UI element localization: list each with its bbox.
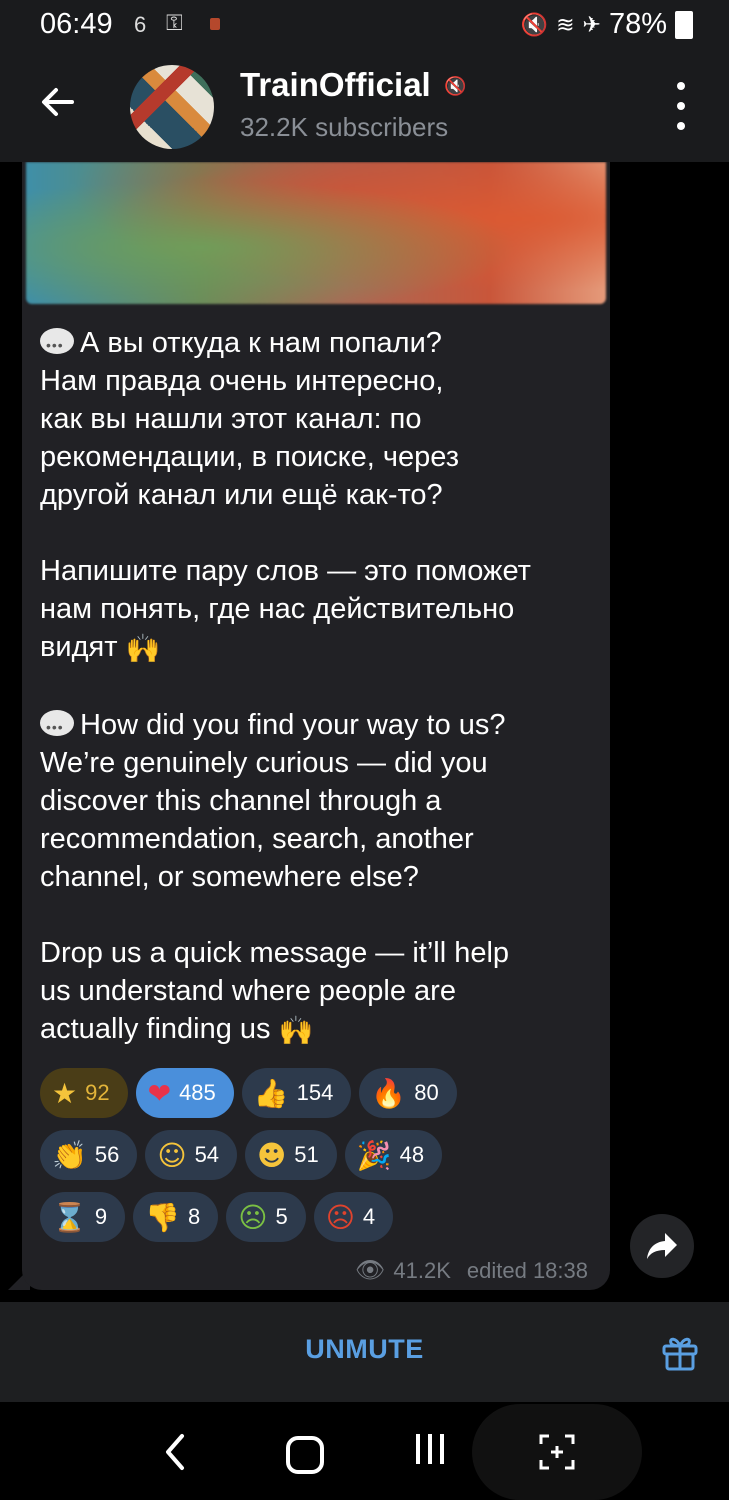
battery-icon (675, 10, 693, 39)
airplane-icon: ✈ (582, 11, 601, 37)
reaction-hourglass[interactable]: ⌛ 9 (40, 1192, 126, 1242)
reaction-cursing[interactable]: ☹ 4 (313, 1192, 394, 1242)
reaction-count: 54 (194, 1142, 220, 1167)
reaction-nauseated[interactable]: ☹ 5 (226, 1192, 306, 1242)
clap-icon: 👏 (52, 1138, 87, 1172)
reaction-count: 92 (85, 1080, 110, 1105)
status-time: 06:49 (40, 8, 113, 40)
speech-bubble-icon (40, 326, 74, 364)
wifi-icon: ≋ (556, 11, 575, 37)
message-ru-paragraph-2: Напишите пару слов — это поможет нам пон… (40, 555, 531, 663)
reaction-fire[interactable]: 🔥 80 (359, 1068, 457, 1118)
thumbs-up-icon: 👍 (253, 1076, 289, 1110)
status-bar: 06:49 6 ⚿ 🔇 ≋ ✈ 78% (0, 0, 729, 52)
gift-icon[interactable] (660, 1332, 700, 1372)
reaction-count: 485 (179, 1080, 216, 1105)
chat-area[interactable]: А вы откуда к нам попали? Нам правда оче… (0, 162, 729, 1302)
message-en-paragraph-1: How did you find your way to us? We’re g… (40, 709, 506, 893)
reaction-count: 4 (362, 1204, 376, 1229)
reaction-row: ★ 92 ❤ 485 👍 154 🔥 80 (40, 1068, 600, 1118)
chat-header: TrainOfficial 🔇 32.2K subscribers (0, 52, 729, 162)
smiling-hearts-icon: ☺ (157, 1138, 187, 1172)
thumbs-down-icon: 👎 (145, 1200, 180, 1234)
party-popper-icon: 🎉 (356, 1138, 392, 1172)
reaction-count: 154 (296, 1080, 334, 1105)
back-arrow-icon[interactable] (36, 80, 80, 124)
key-icon: ⚿ (166, 10, 183, 35)
scan-icon (539, 1434, 575, 1470)
subscriber-count: 32.2K subscribers (240, 112, 449, 142)
view-count: 41.2K (393, 1257, 451, 1283)
reactions-panel: ★ 92 ❤ 485 👍 154 🔥 80 👏 56 ☺ 54 ☻ 51 🎉 4… (40, 1068, 600, 1254)
speech-bubble-icon (40, 708, 74, 746)
channel-avatar[interactable] (130, 65, 214, 149)
battery-percent: 78% (608, 8, 667, 40)
reaction-row: ⌛ 9 👎 8 ☹ 5 ☹ 4 (40, 1192, 600, 1242)
more-menu-icon[interactable] (669, 82, 693, 130)
message-media-image[interactable] (26, 162, 606, 304)
eye-icon: 👁 (354, 1257, 386, 1284)
channel-title[interactable]: TrainOfficial (240, 66, 431, 104)
hourglass-icon: ⌛ (52, 1200, 87, 1234)
muted-icon: 🔇 (444, 76, 467, 96)
reaction-count: 8 (188, 1204, 201, 1229)
message-text: А вы откуда к нам попали? Нам правда оче… (40, 324, 600, 1050)
reaction-party-popper[interactable]: 🎉 48 (344, 1130, 443, 1180)
reaction-count: 80 (414, 1080, 439, 1105)
reaction-star[interactable]: ★ 92 (40, 1068, 128, 1118)
mute-icon: 🔇 (520, 11, 549, 37)
system-nav-bar (0, 1402, 729, 1500)
heart-icon: ❤ (147, 1076, 172, 1110)
reaction-row: 👏 56 ☺ 54 ☻ 51 🎉 48 (40, 1130, 600, 1180)
star-struck-icon: ☻ (257, 1138, 287, 1172)
message-en-paragraph-2: Drop us a quick message — it’ll help us … (40, 937, 510, 1045)
message-ru-paragraph-1: А вы откуда к нам попали? Нам правда оче… (40, 327, 460, 511)
share-arrow-icon (647, 1233, 677, 1259)
reaction-count: 5 (275, 1204, 288, 1229)
message-bubble[interactable]: А вы откуда к нам попали? Нам правда оче… (22, 162, 610, 1290)
reaction-star-struck[interactable]: ☻ 51 (245, 1130, 337, 1180)
reaction-count: 51 (294, 1142, 319, 1167)
status-right: 🔇 ≋ ✈ 78% (521, 8, 693, 41)
raised-hands-icon: 🙌 (278, 1014, 314, 1047)
cursing-face-icon: ☹ (325, 1200, 355, 1234)
reaction-thumbs-down[interactable]: 👎 8 (133, 1192, 219, 1242)
app-notification-icon (210, 18, 220, 30)
notification-count: 6 (134, 12, 147, 37)
share-button[interactable] (630, 1214, 694, 1278)
raised-hands-icon: 🙌 (125, 632, 161, 665)
nav-back-icon[interactable] (160, 1432, 190, 1472)
nav-recents-icon[interactable] (416, 1434, 444, 1464)
bottom-bar: UNMUTE (0, 1302, 729, 1402)
nauseated-face-icon: ☹ (238, 1200, 268, 1234)
fire-icon: 🔥 (371, 1076, 407, 1110)
reaction-count: 48 (399, 1142, 425, 1167)
star-icon: ★ (52, 1076, 78, 1110)
unmute-button[interactable]: UNMUTE (0, 1334, 729, 1365)
reaction-count: 56 (94, 1142, 120, 1167)
reaction-thumbs-up[interactable]: 👍 154 (241, 1068, 352, 1118)
nav-home-icon[interactable] (286, 1436, 324, 1474)
reaction-count: 9 (94, 1204, 108, 1229)
message-meta: 👁 41.2K edited 18:38 (355, 1256, 588, 1285)
edited-time: edited 18:38 (466, 1257, 588, 1283)
reaction-heart[interactable]: ❤ 485 (135, 1068, 234, 1118)
reaction-smiling-hearts[interactable]: ☺ 54 (145, 1130, 238, 1180)
reaction-clap[interactable]: 👏 56 (40, 1130, 138, 1180)
nav-scan-button[interactable] (472, 1404, 642, 1500)
